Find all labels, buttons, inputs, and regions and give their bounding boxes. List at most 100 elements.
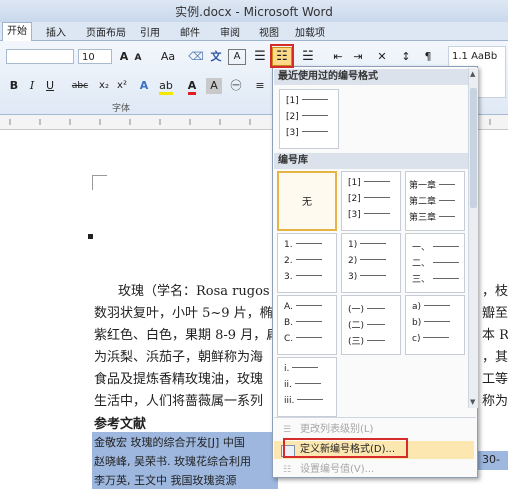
level-label: 一、 [412, 243, 431, 253]
underline-button[interactable]: U [44, 78, 56, 94]
scroll-thumb[interactable] [470, 88, 477, 208]
show-marks-icon[interactable]: ¶ [420, 49, 436, 65]
shrink-font-button[interactable]: A [132, 50, 144, 66]
level-label: 2) [348, 256, 358, 266]
level-label: [3] [286, 128, 299, 138]
multilevel-list-icon[interactable]: ☱ [300, 49, 316, 65]
font-color-icon[interactable]: A [184, 78, 200, 95]
ribbon-tabs: 开始 插入 页面布局 引用 邮件 审阅 视图 加载项 [0, 22, 508, 41]
recent-formats-header: 最近使用过的编号格式 [274, 69, 468, 85]
bullets-icon[interactable]: ☰ [252, 49, 268, 65]
level-label: 三、 [412, 275, 431, 285]
body-line-end: 本 R [482, 328, 508, 343]
reference-item: 李万英, 王文中 我国玫瑰资源 [94, 474, 237, 487]
level-label: [1] [348, 178, 361, 188]
bold-button[interactable]: B [8, 78, 20, 94]
tab-home[interactable]: 开始 [2, 22, 32, 41]
style-preview[interactable]: 1.1 AaBb [452, 49, 497, 65]
level-label: a) [412, 302, 422, 312]
scroll-up-icon[interactable]: ▲ [470, 70, 477, 78]
body-line: 为浜梨、浜茄子，朝鲜称为海 [94, 350, 264, 365]
font-group-label: 字体 [112, 104, 131, 114]
level-label: iii. [284, 396, 295, 406]
menu-divider [274, 417, 476, 418]
format-numeric-paren-card[interactable]: 1) 2) 3) [341, 233, 401, 293]
reference-item: 金敬宏 玫瑰的综合开发[J] 中国 [94, 436, 245, 449]
reference-item: 赵晓峰, 吴荣书. 玫瑰花综合利用 [94, 455, 251, 468]
format-chapter-card[interactable]: 第一章 第二章 第三章 [405, 171, 465, 231]
change-list-level-item[interactable]: 更改列表级别(L) [274, 421, 474, 439]
scroll-down-icon[interactable]: ▼ [470, 398, 477, 406]
tab-view[interactable]: 视图 [259, 24, 279, 39]
tab-page-layout[interactable]: 页面布局 [86, 24, 126, 39]
italic-button[interactable]: I [26, 78, 38, 94]
tab-addins[interactable]: 加载项 [295, 24, 325, 39]
body-line: 紫红色、白色，果期 8-9 月，扁 [94, 328, 280, 343]
level-label: 二、 [412, 259, 431, 269]
level-label: [3] [348, 210, 361, 220]
enclose-char-icon[interactable]: ㊀ [228, 78, 244, 94]
body-line-end: ，其 [482, 350, 508, 365]
char-border-icon[interactable]: A [228, 49, 246, 65]
body-line-end: ，枝 [482, 284, 508, 299]
format-roman-card[interactable]: i. ii. iii. [277, 357, 337, 417]
tab-references[interactable]: 引用 [140, 24, 160, 39]
level-label: 第三章 [409, 213, 437, 223]
grow-font-button[interactable]: A [118, 49, 130, 65]
tab-mailings[interactable]: 邮件 [180, 24, 200, 39]
change-case-button[interactable]: Aa [158, 49, 178, 65]
format-chinese-paren-card[interactable]: (一) (二) (三) [341, 295, 401, 355]
format-chinese-card[interactable]: 一、 二、 三、 [405, 233, 465, 293]
set-value-icon: ☷ [283, 465, 292, 475]
format-lower-alpha-card[interactable]: a) b) c) [405, 295, 465, 355]
level-label: (一) [348, 305, 365, 315]
level-label: 1) [348, 240, 358, 250]
body-line-end: 瓣至 [482, 306, 508, 321]
format-numeric-dot-card[interactable]: 1. 2. 3. [277, 233, 337, 293]
highlight-icon[interactable]: ab [158, 78, 174, 95]
body-line: 玫瑰（学名：Rosa rugos [118, 284, 270, 299]
superscript-button[interactable]: x² [114, 78, 130, 94]
level-label: i. [284, 364, 290, 374]
align-left-icon[interactable]: ≡ [252, 78, 268, 94]
clear-format-icon[interactable]: ⌫ [188, 49, 204, 65]
margin-mark [92, 175, 107, 190]
level-label: c) [412, 334, 421, 344]
numbering-library-header: 编号库 [274, 153, 468, 169]
set-numbering-value-item[interactable]: 设置编号值(V)... [274, 461, 474, 479]
dropdown-scrollbar[interactable]: ▲ ▼ [468, 68, 478, 408]
char-shading-icon[interactable]: A [206, 78, 222, 94]
level-label: (三) [348, 337, 365, 347]
tab-review[interactable]: 审阅 [220, 24, 240, 39]
body-line-end: 工等 [482, 372, 508, 387]
format-bracket-card[interactable]: [1] [2] [3] [341, 171, 401, 231]
numbering-dropdown: 最近使用过的编号格式 [1] [2] [3] 编号库 无 [1] [2] [3]… [272, 66, 478, 478]
font-name-box[interactable] [6, 49, 74, 64]
level-label: 1. [284, 240, 293, 250]
text-effects-icon[interactable]: A [136, 78, 152, 94]
sort-icon[interactable]: ↕ [398, 49, 414, 65]
window-title: 实例.docx - Microsoft Word [175, 5, 333, 19]
level-label: 3) [348, 272, 358, 282]
level-label: A. [284, 302, 293, 312]
chinese-layout-icon[interactable]: ✕ [374, 49, 390, 65]
strikethrough-button[interactable]: abc [70, 78, 90, 94]
level-label: [2] [348, 194, 361, 204]
body-line-end: 称为 [482, 394, 508, 409]
decrease-indent-icon[interactable]: ⇤ [330, 49, 346, 65]
level-label: 3. [284, 272, 293, 282]
define-format-highlight-box [283, 438, 408, 458]
increase-indent-icon[interactable]: ⇥ [350, 49, 366, 65]
phonetic-guide-icon[interactable]: 文 [207, 49, 225, 65]
body-line: 生活中，人们将蔷薇属一系列 [94, 394, 264, 409]
font-size-box[interactable]: 10 [78, 49, 112, 64]
title-bar: 实例.docx - Microsoft Word [0, 0, 508, 22]
subscript-button[interactable]: x₂ [96, 78, 112, 94]
format-none-card[interactable]: 无 [277, 171, 337, 231]
tab-insert[interactable]: 插入 [46, 24, 66, 39]
reference-item-end: 30- [482, 453, 500, 466]
recent-format-card[interactable]: [1] [2] [3] [279, 89, 339, 149]
level-label: C. [284, 334, 294, 344]
format-upper-alpha-card[interactable]: A. B. C. [277, 295, 337, 355]
level-label: b) [412, 318, 422, 328]
